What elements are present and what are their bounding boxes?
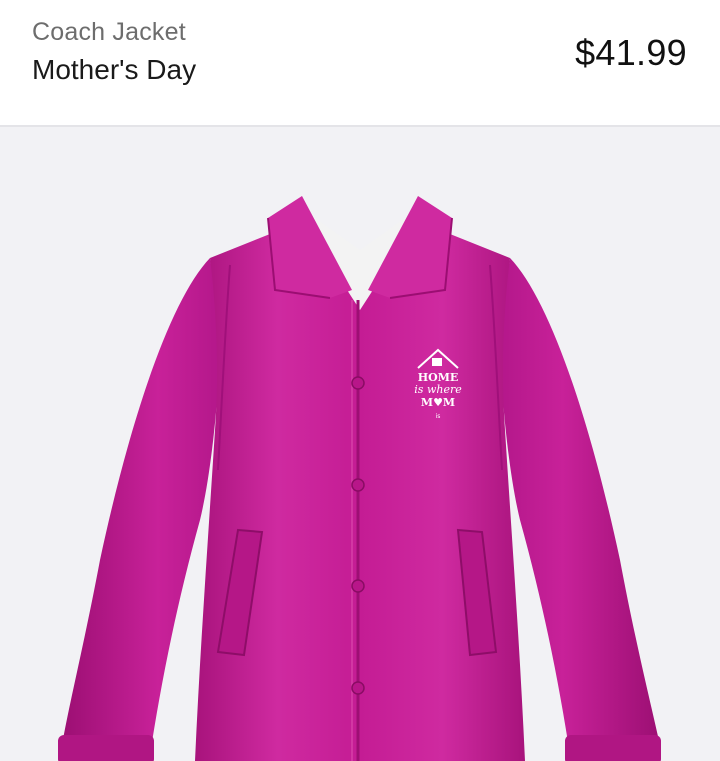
jacket-button (351, 478, 365, 492)
print-line-2: is where (414, 383, 462, 396)
jacket-button (351, 579, 365, 593)
print-line-3: M♥M (421, 396, 455, 409)
product-type-label: Coach Jacket (32, 18, 186, 46)
jacket-button (351, 376, 365, 390)
right-sleeve (498, 258, 660, 755)
right-cuff (565, 735, 661, 761)
left-sleeve (62, 258, 222, 755)
print-line-4: is (436, 413, 441, 420)
jacket-illustration: HOME is where M♥M is (58, 196, 661, 761)
product-image[interactable]: HOME is where M♥M is (0, 127, 720, 761)
product-title[interactable]: Mother's Day (32, 54, 196, 86)
product-price: $41.99 (575, 32, 687, 73)
left-cuff (58, 735, 154, 761)
jacket-button (351, 681, 365, 695)
product-header: Coach Jacket Mother's Day $41.99 (0, 0, 720, 127)
